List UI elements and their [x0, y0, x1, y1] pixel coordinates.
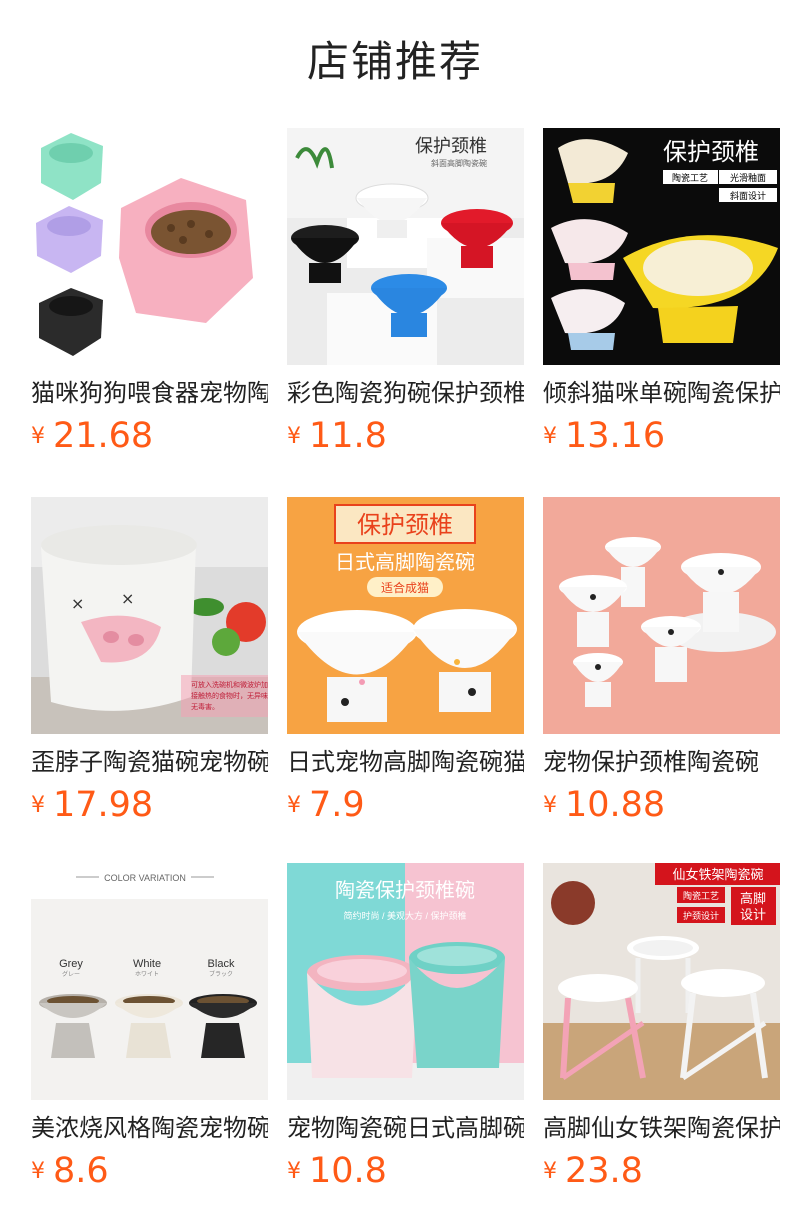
- product-image[interactable]: COLOR VARIATION Grey グレー White ホワイト Blac…: [31, 863, 268, 1100]
- product-name[interactable]: 日式宠物高脚陶瓷碗猫碗: [287, 745, 524, 779]
- product-image[interactable]: 保护颈椎 陶瓷工艺 光滑釉面 斜面设计: [543, 128, 780, 365]
- overlay-text: ブラック: [209, 970, 233, 978]
- overlay-text: 斜面高脚陶瓷碗: [431, 158, 487, 168]
- product-image[interactable]: 陶瓷保护颈椎碗 简约时尚 / 美观大方 / 保护颈椎: [287, 863, 524, 1100]
- overlay-text: 高脚: [740, 891, 766, 906]
- currency-symbol: ¥: [543, 792, 557, 818]
- overlay-text: 护颈设计: [683, 910, 719, 921]
- price-value: 11.8: [309, 416, 387, 456]
- overlay-text: 设计: [740, 907, 766, 922]
- overlay-text: ホワイト: [135, 971, 159, 978]
- price-value: 21.68: [53, 416, 154, 456]
- product-price: ¥8.6: [31, 1151, 109, 1195]
- currency-symbol: ¥: [287, 423, 301, 449]
- currency-symbol: ¥: [287, 1158, 301, 1184]
- price-value: 23.8: [565, 1151, 643, 1191]
- currency-symbol: ¥: [31, 423, 45, 449]
- overlay-text: Grey: [59, 958, 83, 970]
- overlay-text: 保护颈椎: [663, 139, 759, 166]
- price-value: 10.8: [309, 1151, 387, 1191]
- product-price: ¥10.8: [287, 1151, 387, 1195]
- overlay-text: COLOR VARIATION: [104, 873, 186, 883]
- overlay-text: 可放入洗碗机和微波炉加热，: [191, 680, 268, 689]
- product-price: ¥10.88: [543, 785, 665, 829]
- product-image[interactable]: 保护颈椎 日式高脚陶瓷碗 适合成猫: [287, 497, 524, 734]
- price-value: 8.6: [53, 1151, 109, 1191]
- overlay-text: グレー: [62, 970, 80, 978]
- overlay-text: 接触热的食物时，无异味，: [191, 691, 268, 700]
- overlay-text: 陶瓷保护颈椎碗: [335, 879, 475, 902]
- product-grid: 猫咪狗狗喂食器宠物陶瓷碗 ¥21.68 保护颈椎 斜面高脚陶瓷碗: [0, 0, 790, 1232]
- svg-text:×: ×: [71, 594, 84, 613]
- currency-symbol: ¥: [31, 792, 45, 818]
- overlay-text: 简约时尚 / 美观大方 / 保护颈椎: [343, 910, 466, 921]
- product-image[interactable]: [543, 497, 780, 734]
- overlay-text: 仙女铁架陶瓷碗: [672, 867, 763, 882]
- overlay-text: 保护颈椎: [415, 136, 487, 156]
- overlay-text: 斜面设计: [730, 190, 766, 201]
- price-value: 10.88: [565, 785, 666, 825]
- product-image[interactable]: × × 可放入洗碗机和微波炉加热， 接触热的食物时，无异味， 无毒害。: [31, 497, 268, 734]
- overlay-text: 陶瓷工艺: [672, 172, 708, 183]
- product-name[interactable]: 宠物保护颈椎陶瓷碗: [543, 745, 780, 779]
- overlay-text: 日式高脚陶瓷碗: [335, 551, 475, 574]
- product-name[interactable]: 美浓烧风格陶瓷宠物碗: [31, 1111, 268, 1145]
- overlay-text: 保护颈椎: [357, 512, 453, 539]
- currency-symbol: ¥: [31, 1158, 45, 1184]
- overlay-text: 光滑釉面: [730, 172, 766, 183]
- svg-text:×: ×: [121, 589, 134, 608]
- product-price: ¥11.8: [287, 416, 387, 460]
- product-image[interactable]: [31, 128, 268, 365]
- overlay-text: Black: [208, 958, 235, 970]
- product-name[interactable]: 高脚仙女铁架陶瓷保护颈椎: [543, 1111, 780, 1145]
- price-value: 17.98: [53, 785, 154, 825]
- product-name[interactable]: 宠物陶瓷碗日式高脚碗: [287, 1111, 524, 1145]
- product-price: ¥21.68: [31, 416, 153, 460]
- overlay-text: 无毒害。: [191, 702, 219, 711]
- product-price: ¥7.9: [287, 785, 365, 829]
- price-value: 7.9: [309, 785, 365, 825]
- product-name[interactable]: 歪脖子陶瓷猫碗宠物碗: [31, 745, 268, 779]
- product-price: ¥13.16: [543, 416, 665, 460]
- product-name[interactable]: 倾斜猫咪单碗陶瓷保护颈椎: [543, 376, 780, 410]
- product-price: ¥17.98: [31, 785, 153, 829]
- overlay-text: White: [133, 958, 161, 970]
- currency-symbol: ¥: [543, 1158, 557, 1184]
- currency-symbol: ¥: [543, 423, 557, 449]
- product-name[interactable]: 猫咪狗狗喂食器宠物陶瓷碗: [31, 376, 268, 410]
- product-price: ¥23.8: [543, 1151, 643, 1195]
- product-image[interactable]: 仙女铁架陶瓷碗 陶瓷工艺 护颈设计 高脚 设计: [543, 863, 780, 1100]
- product-image[interactable]: 保护颈椎 斜面高脚陶瓷碗: [287, 128, 524, 365]
- overlay-text: 适合成猫: [381, 580, 429, 595]
- currency-symbol: ¥: [287, 792, 301, 818]
- product-name[interactable]: 彩色陶瓷狗碗保护颈椎: [287, 376, 524, 410]
- overlay-text: 陶瓷工艺: [683, 890, 719, 901]
- price-value: 13.16: [565, 416, 666, 456]
